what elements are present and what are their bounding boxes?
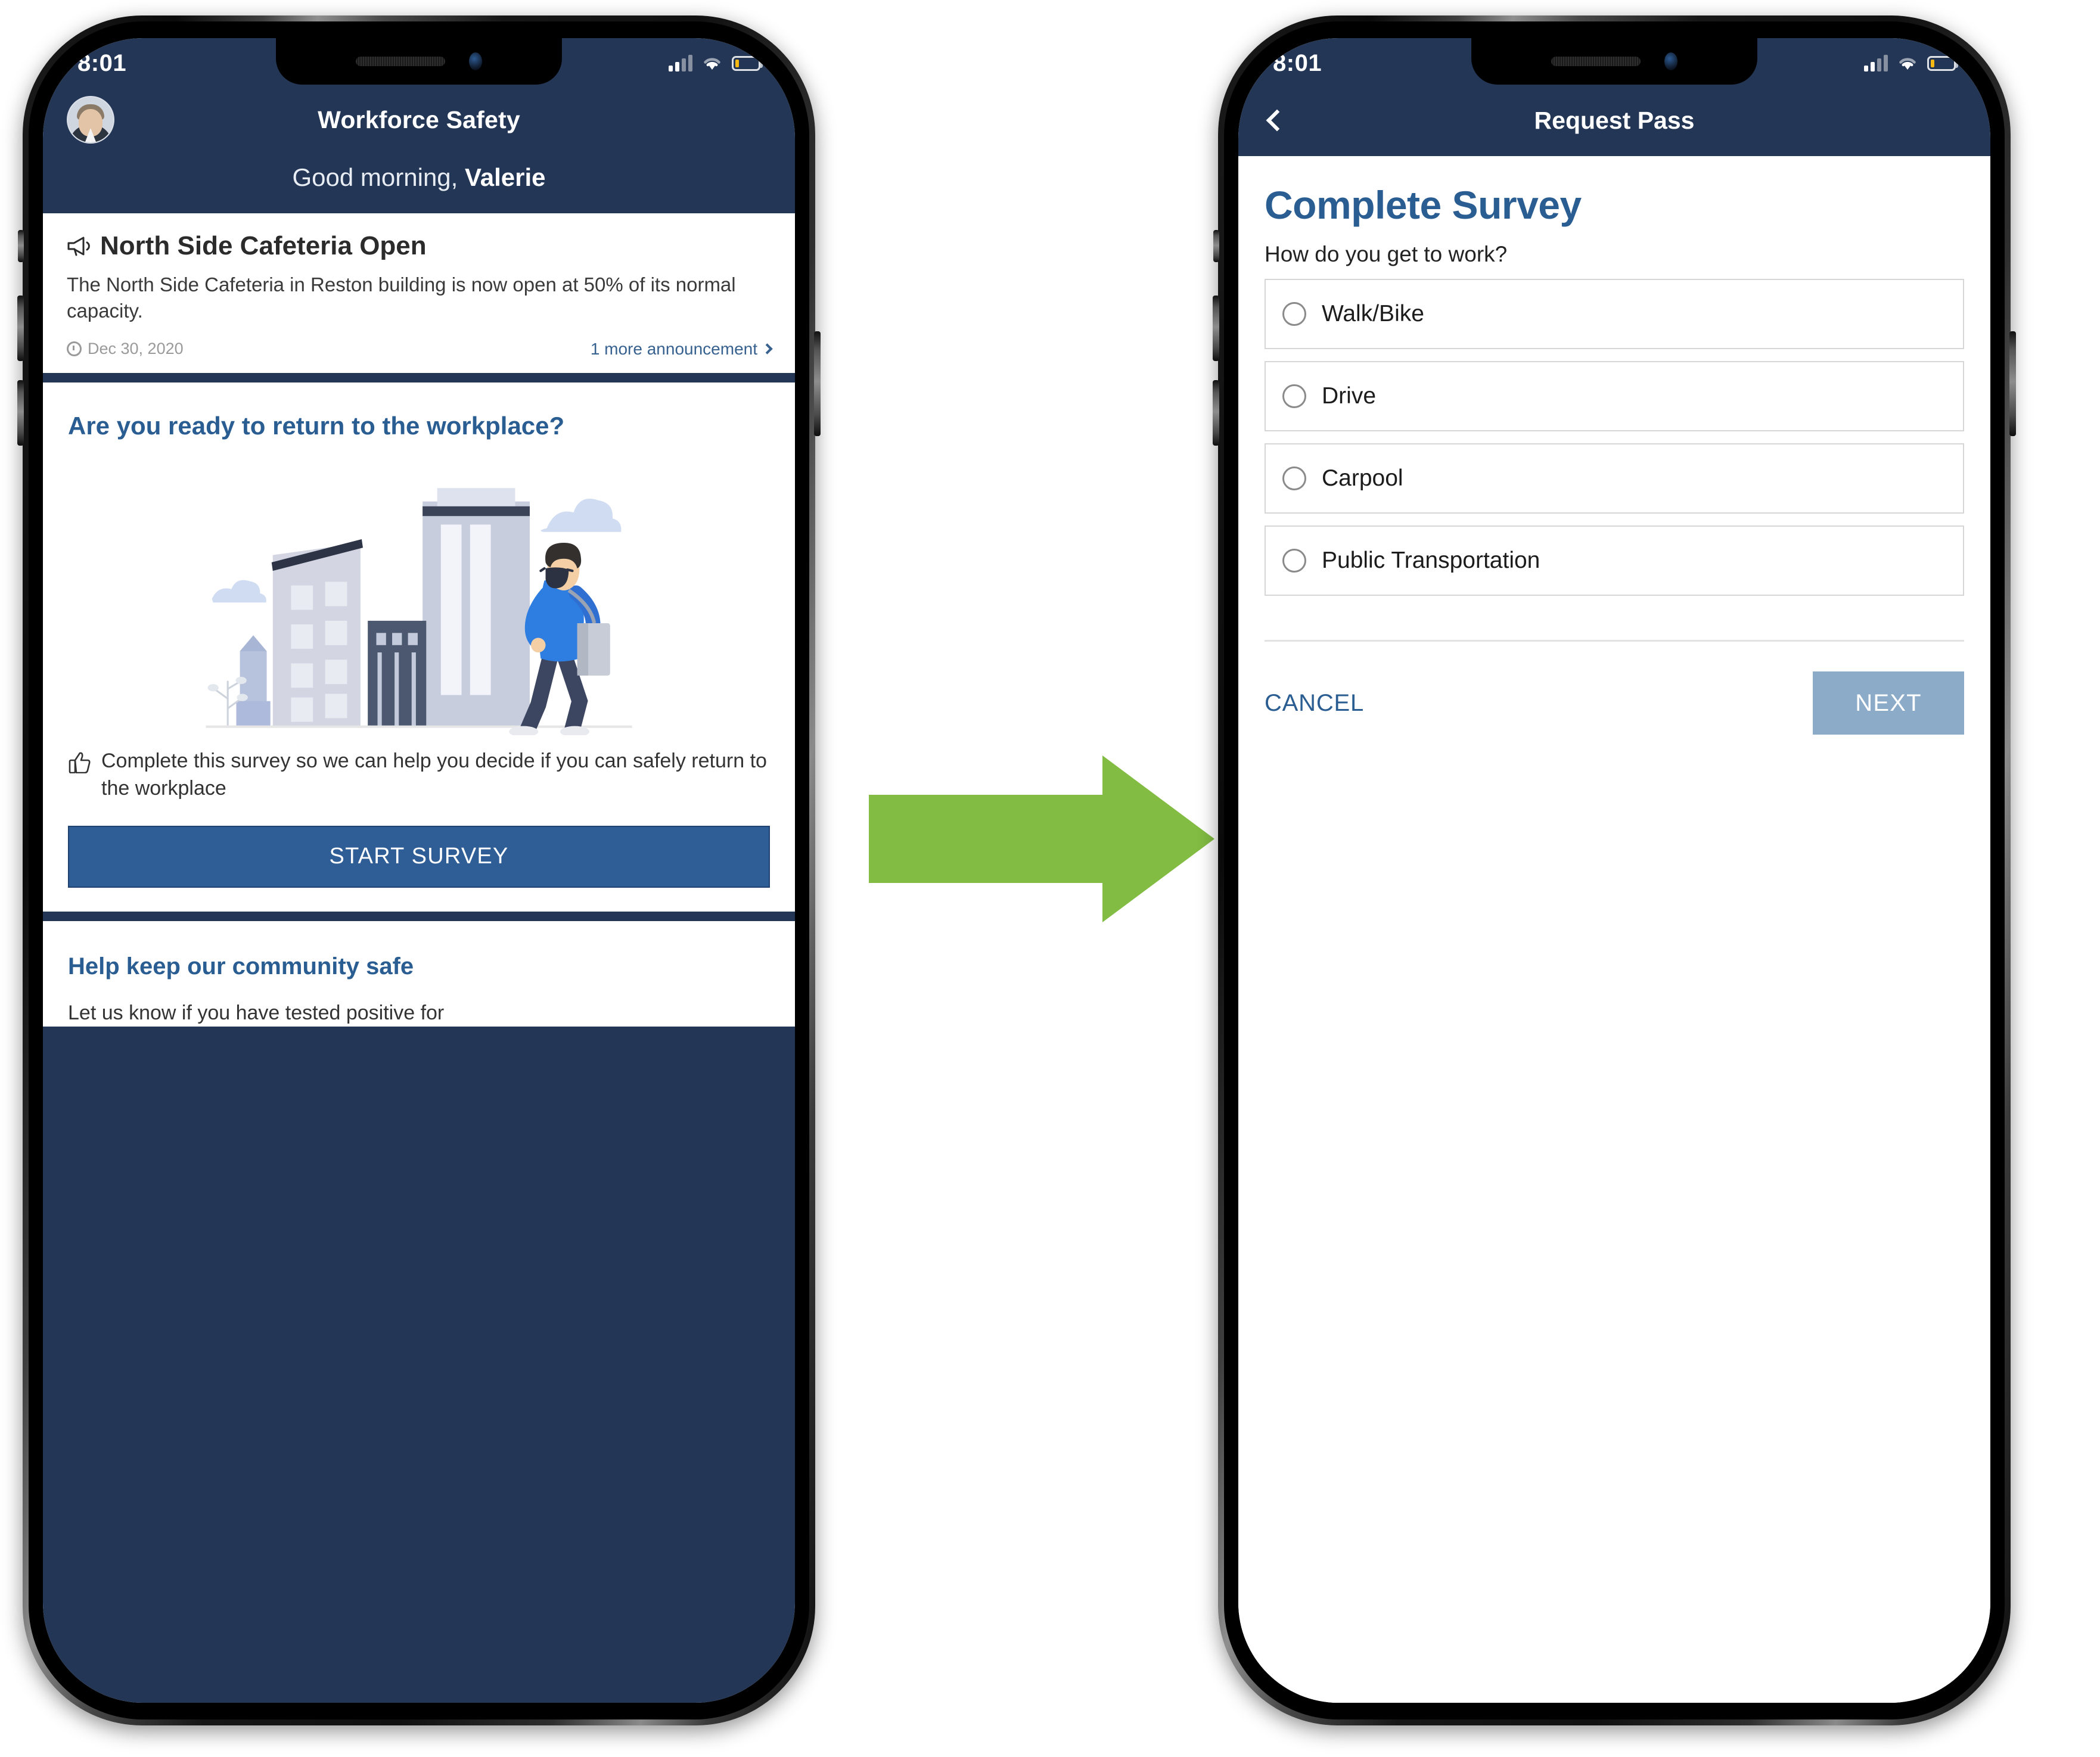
more-announcements-label: 1 more announcement (590, 339, 757, 358)
status-icons-right (1864, 55, 1958, 71)
earpiece-speaker (356, 57, 445, 66)
section-divider (1265, 640, 1964, 642)
card-divider-1 (43, 372, 795, 383)
announcement-date: Dec 30, 2020 (88, 340, 184, 358)
phone-screen-right: 8:01 Request Pass Complete Survey How do… (1238, 38, 1990, 1703)
phone-screen-left: 8:01 Workforce Safety Good morning, Vale… (43, 38, 795, 1703)
mute-switch[interactable] (18, 230, 24, 262)
announcement-title-row: North Side Cafeteria Open (67, 231, 771, 261)
city-worker-illustration (68, 455, 770, 735)
radio-icon-walk-bike[interactable] (1282, 302, 1306, 326)
front-camera-right (1664, 52, 1677, 70)
survey-heading: Are you ready to return to the workplace… (68, 411, 565, 440)
volume-down-button[interactable] (17, 380, 24, 446)
screenshot-stage: 8:01 Workforce Safety Good morning, Vale… (0, 0, 2100, 1757)
status-time: 8:01 (77, 49, 127, 76)
phone-device-left: 8:01 Workforce Safety Good morning, Vale… (17, 15, 821, 1725)
clock-icon (67, 341, 82, 357)
survey-option-walk-bike[interactable]: Walk/Bike (1265, 279, 1964, 349)
greeting: Good morning, Valerie (43, 155, 795, 213)
announcement-date-row: Dec 30, 2020 (67, 340, 184, 358)
right-arrow-icon (869, 755, 1214, 922)
greeting-name: Valerie (465, 163, 546, 191)
phone-device-right: 8:01 Request Pass Complete Survey How do… (1213, 15, 2016, 1725)
survey-copy-row: Complete this survey so we can help you … (68, 747, 770, 802)
announcement-card[interactable]: North Side Cafeteria Open The North Side… (43, 213, 795, 373)
community-body: Let us know if you have tested positive … (68, 1001, 445, 1024)
announcement-body: The North Side Cafeteria in Reston build… (67, 273, 736, 322)
volume-up-button[interactable] (17, 296, 24, 361)
community-card[interactable]: Help keep our community safe Let us know… (43, 921, 795, 1027)
survey-page: Complete Survey How do you get to work? … (1238, 156, 1990, 1703)
survey-question: How do you get to work? (1265, 242, 1508, 266)
survey-copy: Complete this survey so we can help you … (101, 749, 767, 800)
power-button-right[interactable] (2009, 331, 2016, 436)
illustration-svg (206, 487, 632, 735)
option-label-walk-bike: Walk/Bike (1322, 301, 1424, 326)
volume-down-button-right[interactable] (1213, 380, 1219, 446)
survey-actions: CANCEL NEXT (1265, 671, 1964, 735)
announcement-title: North Side Cafeteria Open (100, 231, 427, 260)
survey-option-public-transportation[interactable]: Public Transportation (1265, 525, 1964, 596)
notch-right (1471, 38, 1757, 85)
announcement-footer: Dec 30, 2020 1 more announcement (67, 339, 773, 359)
mute-switch-right[interactable] (1213, 230, 1219, 262)
survey-option-drive[interactable]: Drive (1265, 361, 1964, 431)
battery-icon (732, 55, 763, 71)
power-button[interactable] (814, 331, 821, 436)
start-survey-button[interactable]: START SURVEY (68, 825, 770, 888)
wifi-icon (704, 58, 720, 70)
battery-icon-right (1927, 55, 1958, 71)
more-announcements-link[interactable]: 1 more announcement (590, 339, 773, 359)
community-heading: Help keep our community safe (68, 953, 414, 979)
nav-title: Request Pass (1534, 106, 1695, 134)
radio-icon-carpool[interactable] (1282, 467, 1306, 490)
greeting-prefix: Good morning, (292, 163, 465, 191)
option-label-drive: Drive (1322, 383, 1377, 409)
flow-arrow (869, 755, 1214, 922)
survey-card: Are you ready to return to the workplace… (43, 382, 795, 912)
signal-bars-icon (669, 55, 692, 71)
option-label-carpool: Carpool (1322, 465, 1403, 491)
megaphone-icon (67, 237, 90, 256)
volume-up-button-right[interactable] (1213, 296, 1219, 361)
option-label-public-transportation: Public Transportation (1322, 548, 1540, 573)
earpiece-speaker-right (1551, 57, 1641, 66)
survey-page-title: Complete Survey (1265, 183, 1582, 227)
next-button[interactable]: NEXT (1813, 671, 1964, 735)
radio-icon-public-transportation[interactable] (1282, 549, 1306, 573)
page-title: Workforce Safety (318, 105, 520, 133)
front-camera (469, 52, 482, 70)
nav-bar: Request Pass (1238, 85, 1990, 156)
phone-bezel-right: 8:01 Request Pass Complete Survey How do… (1224, 21, 2005, 1719)
chevron-right-icon (762, 343, 773, 354)
card-divider-2 (43, 911, 795, 921)
header-row: Workforce Safety (43, 85, 795, 155)
phone-bezel-left: 8:01 Workforce Safety Good morning, Vale… (29, 21, 809, 1719)
signal-bars-icon-right (1864, 55, 1888, 71)
status-icons (669, 55, 763, 71)
notch-left (276, 38, 562, 85)
home-scroll-content[interactable]: North Side Cafeteria Open The North Side… (43, 213, 795, 1703)
thumbs-up-icon (69, 752, 91, 773)
wifi-icon-right (1899, 58, 1916, 70)
survey-option-carpool[interactable]: Carpool (1265, 443, 1964, 514)
radio-icon-drive[interactable] (1282, 384, 1306, 408)
cancel-button[interactable]: CANCEL (1265, 690, 1364, 717)
status-time-right: 8:01 (1273, 49, 1322, 76)
